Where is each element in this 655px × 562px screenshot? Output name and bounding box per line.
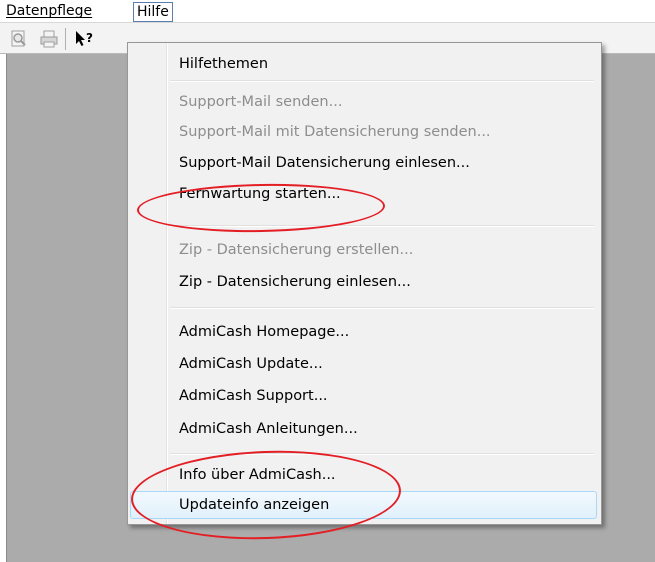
menu-icon-gutter <box>128 43 168 524</box>
menu-item-fernwartung-starten[interactable]: Fernwartung starten... <box>179 183 341 205</box>
menu-hilfe-label: Hilfe <box>137 4 169 20</box>
menu-item-support-mail-datensicherung-senden[interactable]: Support-Mail mit Datensicherung senden..… <box>179 121 491 143</box>
menu-datenpflege-label: Datenpflege <box>6 3 93 19</box>
menu-item-admicash-support[interactable]: AdmiCash Support... <box>179 385 328 407</box>
menu-item-admicash-update[interactable]: AdmiCash Update... <box>179 353 323 375</box>
menu-item-admicash-anleitungen[interactable]: AdmiCash Anleitungen... <box>179 418 358 440</box>
menu-datenpflege[interactable]: Datenpflege <box>3 2 95 20</box>
hilfe-dropdown-menu: Hilfethemen Support-Mail senden... Suppo… <box>127 42 602 525</box>
menu-item-updateinfo-anzeigen[interactable]: Updateinfo anzeigen <box>179 494 329 516</box>
menu-item-zip-datensicherung-einlesen[interactable]: Zip - Datensicherung einlesen... <box>179 271 411 293</box>
toolbar-separator <box>65 28 66 50</box>
menu-hilfe[interactable]: Hilfe <box>133 2 173 22</box>
menu-item-support-mail-senden[interactable]: Support-Mail senden... <box>179 91 342 113</box>
menu-item-zip-datensicherung-erstellen[interactable]: Zip - Datensicherung erstellen... <box>179 239 413 261</box>
menu-separator <box>170 307 594 309</box>
menu-separator <box>170 225 594 227</box>
menu-separator <box>170 80 594 82</box>
menu-item-support-mail-datensicherung-einlesen[interactable]: Support-Mail Datensicherung einlesen... <box>179 152 470 174</box>
menu-item-info-ueber-admicash[interactable]: Info über AdmiCash... <box>179 464 336 486</box>
print-preview-icon[interactable] <box>10 30 28 48</box>
menu-item-admicash-homepage[interactable]: AdmiCash Homepage... <box>179 321 349 343</box>
print-icon[interactable] <box>40 30 58 48</box>
menu-bar: Datenpflege Hilfe <box>0 0 655 23</box>
menu-separator <box>170 453 594 455</box>
menu-item-hilfethemen[interactable]: Hilfethemen <box>179 53 268 75</box>
context-help-icon[interactable]: ? <box>74 30 93 48</box>
svg-text:?: ? <box>86 31 93 45</box>
